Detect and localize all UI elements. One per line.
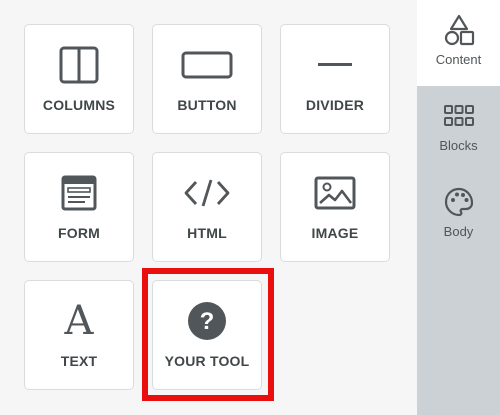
image-icon <box>281 171 389 215</box>
tool-columns[interactable]: COLUMNS <box>24 24 134 134</box>
your-tool-highlight <box>142 268 274 401</box>
sidebar: Content Blocks Body <box>417 0 500 415</box>
html-icon <box>153 171 261 215</box>
tool-button[interactable]: BUTTON <box>152 24 262 134</box>
text-icon: A <box>64 298 94 344</box>
tab-label: Body <box>443 224 474 239</box>
tool-form[interactable]: FORM <box>24 152 134 262</box>
tool-label: COLUMNS <box>42 97 116 113</box>
tool-label: DIVIDER <box>305 97 365 113</box>
tool-divider[interactable]: DIVIDER <box>280 24 390 134</box>
tool-text[interactable]: A TEXT <box>24 280 134 390</box>
palette-icon <box>417 184 500 220</box>
tool-image[interactable]: IMAGE <box>280 152 390 262</box>
tool-label: FORM <box>57 225 100 241</box>
grid-icon <box>417 98 500 134</box>
tab-body[interactable]: Body <box>417 172 500 258</box>
button-icon <box>153 43 261 87</box>
tab-blocks[interactable]: Blocks <box>417 86 500 172</box>
tool-html[interactable]: HTML <box>152 152 262 262</box>
tool-label: HTML <box>187 225 227 241</box>
divider-icon <box>281 43 389 87</box>
tab-label: Content <box>435 52 482 67</box>
tool-label: IMAGE <box>311 225 359 241</box>
tool-label: TEXT <box>60 353 98 369</box>
columns-icon <box>25 43 133 87</box>
shapes-icon <box>417 12 500 48</box>
tab-label: Blocks <box>439 138 478 153</box>
tool-label: BUTTON <box>177 97 237 113</box>
tab-content[interactable]: Content <box>417 0 500 86</box>
form-icon <box>25 171 133 215</box>
tools-grid: COLUMNS BUTTON DIVIDER FORM HTML IMAGE A… <box>0 0 417 415</box>
